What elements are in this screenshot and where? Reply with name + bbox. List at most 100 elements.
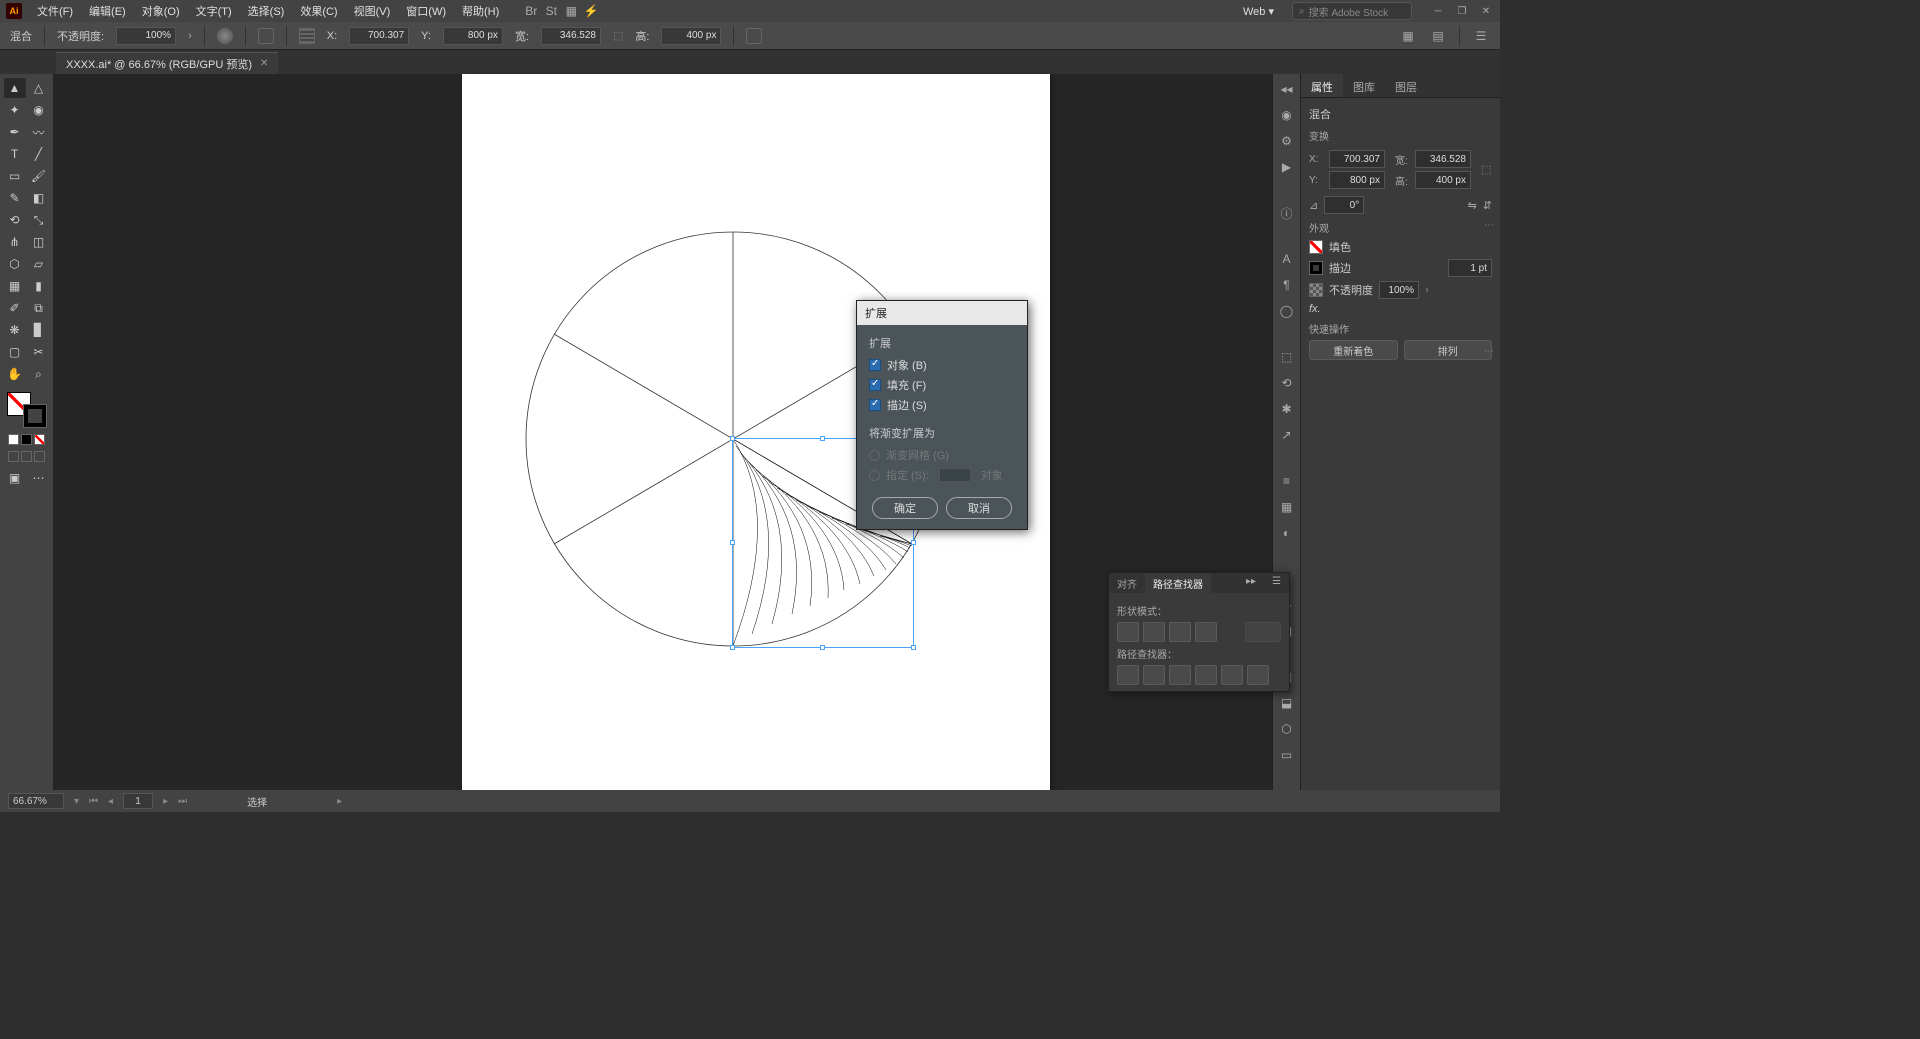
- color-mode-swatch[interactable]: [8, 434, 19, 445]
- artboard-prev-icon[interactable]: ◂: [108, 796, 113, 807]
- tab-align[interactable]: 对齐: [1109, 573, 1145, 593]
- gpu-icon[interactable]: ⚡: [582, 2, 600, 20]
- stroke-panel-icon[interactable]: ▶: [1278, 158, 1296, 176]
- eyedropper-tool[interactable]: ✐: [4, 298, 26, 318]
- stroke-swatch-prop[interactable]: [1309, 261, 1323, 275]
- y-input[interactable]: 800 px: [443, 27, 503, 45]
- type-panel-icon[interactable]: A: [1278, 250, 1296, 268]
- tab-layers[interactable]: 图层: [1385, 74, 1427, 97]
- blend-tool[interactable]: ⧉: [28, 298, 50, 318]
- eraser-tool[interactable]: ◧: [28, 188, 50, 208]
- appearance-more-icon[interactable]: ⋯: [1484, 346, 1494, 357]
- status-play-icon[interactable]: ▸: [337, 796, 342, 807]
- graph-tool[interactable]: ▊: [28, 320, 50, 340]
- transform-panel-icon[interactable]: ⬚: [1278, 348, 1296, 366]
- zoom-input[interactable]: 66.67%: [8, 793, 64, 809]
- pathfinder-panel-icon[interactable]: ✱: [1278, 400, 1296, 418]
- swatches-panel-icon[interactable]: ⚙: [1278, 132, 1296, 150]
- edit-toolbar-icon[interactable]: ⋯: [28, 468, 50, 488]
- prop-h-input[interactable]: 400 px: [1415, 171, 1471, 189]
- appearance-panel-icon[interactable]: ⓘ: [1278, 204, 1296, 222]
- actions-panel-icon[interactable]: ⬓: [1278, 694, 1296, 712]
- rotate-tool[interactable]: ⟲: [4, 210, 26, 230]
- more-panel-icon[interactable]: ▭: [1278, 746, 1296, 764]
- zoom-dropdown-icon[interactable]: ▾: [74, 796, 79, 807]
- free-transform-tool[interactable]: ◫: [28, 232, 50, 252]
- perspective-tool[interactable]: ▱: [28, 254, 50, 274]
- ctrl-opt2-icon[interactable]: ▤: [1429, 27, 1447, 45]
- fill-swatch-prop[interactable]: [1309, 240, 1323, 254]
- magic-wand-tool[interactable]: ✦: [4, 100, 26, 120]
- artboard-last-icon[interactable]: ⏭: [178, 796, 187, 807]
- artboard-tool[interactable]: ▢: [4, 342, 26, 362]
- window-minimize[interactable]: ─: [1430, 5, 1446, 17]
- links-panel-icon[interactable]: ◐: [1278, 524, 1296, 542]
- cancel-button[interactable]: 取消: [946, 497, 1012, 519]
- scale-tool[interactable]: ⤡: [28, 210, 50, 230]
- link-wh-icon[interactable]: ⬚: [613, 29, 623, 42]
- draw-normal-icon[interactable]: [8, 451, 19, 462]
- screen-mode-icon[interactable]: ▣: [4, 468, 26, 488]
- x-input[interactable]: 700.307: [349, 27, 409, 45]
- artboards-panel-icon[interactable]: ▦: [1278, 498, 1296, 516]
- tab-properties[interactable]: 属性: [1301, 74, 1343, 97]
- selection-tool[interactable]: ▲: [4, 78, 26, 98]
- prop-y-input[interactable]: 800 px: [1329, 171, 1385, 189]
- opacity-input[interactable]: 100%: [116, 27, 176, 45]
- stock-icon[interactable]: St: [542, 2, 560, 20]
- paintbrush-tool[interactable]: 🖌: [28, 166, 50, 186]
- draw-behind-icon[interactable]: [21, 451, 32, 462]
- intersect-button[interactable]: [1169, 622, 1191, 642]
- pathfinder-panel[interactable]: 对齐 路径查找器 ▸▸ ☰ 形状模式： 路径查找器：: [1108, 572, 1290, 692]
- minus-back-button[interactable]: [1247, 665, 1269, 685]
- align-panel-icon[interactable]: ⟲: [1278, 374, 1296, 392]
- exclude-button[interactable]: [1195, 622, 1217, 642]
- crop-button[interactable]: [1195, 665, 1217, 685]
- check-fill[interactable]: 填充 (F): [869, 377, 1015, 393]
- workspace-selector[interactable]: Web ▾: [1235, 3, 1282, 20]
- menu-view[interactable]: 视图(V): [347, 0, 398, 22]
- h-input[interactable]: 400 px: [661, 27, 721, 45]
- recolor-button[interactable]: 重新着色: [1309, 340, 1398, 360]
- stroke-swatch[interactable]: [23, 404, 47, 428]
- gradient-mode-swatch[interactable]: [21, 434, 32, 445]
- ctrl-opt1-icon[interactable]: ▦: [1399, 27, 1417, 45]
- bridge-icon[interactable]: Br: [522, 2, 540, 20]
- fx-label[interactable]: fx.: [1309, 303, 1321, 315]
- isolate-icon[interactable]: [746, 28, 762, 44]
- panel-collapse-icon[interactable]: ▸▸: [1238, 573, 1264, 593]
- shape-builder-tool[interactable]: ⬡: [4, 254, 26, 274]
- mesh-tool[interactable]: ▦: [4, 276, 26, 296]
- arrange-docs-icon[interactable]: ▦: [562, 2, 580, 20]
- line-tool[interactable]: ╱: [28, 144, 50, 164]
- stroke-weight-input[interactable]: 1 pt: [1448, 259, 1492, 277]
- menu-object[interactable]: 对象(O): [135, 0, 187, 22]
- canvas[interactable]: [54, 74, 1272, 790]
- w-input[interactable]: 346.528: [541, 27, 601, 45]
- slice-tool[interactable]: ✂: [28, 342, 50, 362]
- draw-inside-icon[interactable]: [34, 451, 45, 462]
- minus-front-button[interactable]: [1143, 622, 1165, 642]
- flip-v-icon[interactable]: ⇵: [1483, 199, 1492, 212]
- gradient-tool[interactable]: ▮: [28, 276, 50, 296]
- rotation-input[interactable]: 0°: [1324, 196, 1364, 214]
- artboard-number[interactable]: 1: [123, 793, 153, 809]
- arrange-button[interactable]: 排列: [1404, 340, 1493, 360]
- window-restore[interactable]: ❐: [1454, 5, 1470, 17]
- document-tab[interactable]: XXXX.ai* @ 66.67% (RGB/GPU 预览) ✕: [56, 52, 278, 74]
- transform-more-icon[interactable]: ⋯: [1484, 220, 1494, 231]
- menu-help[interactable]: 帮助(H): [455, 0, 506, 22]
- curvature-tool[interactable]: 〰: [28, 122, 50, 142]
- panel-menu-icon[interactable]: ☰: [1264, 573, 1289, 593]
- ctrl-menu-icon[interactable]: ☰: [1472, 27, 1490, 45]
- paragraph-panel-icon[interactable]: ¶: [1278, 276, 1296, 294]
- menu-select[interactable]: 选择(S): [241, 0, 292, 22]
- width-tool[interactable]: ⋔: [4, 232, 26, 252]
- none-mode-swatch[interactable]: [34, 434, 45, 445]
- prop-w-input[interactable]: 346.528: [1415, 150, 1471, 168]
- flip-h-icon[interactable]: ⇋: [1468, 199, 1477, 212]
- window-close[interactable]: ✕: [1478, 5, 1494, 17]
- lasso-tool[interactable]: ◉: [28, 100, 50, 120]
- menu-edit[interactable]: 编辑(E): [82, 0, 133, 22]
- color-panel-icon[interactable]: ◉: [1278, 106, 1296, 124]
